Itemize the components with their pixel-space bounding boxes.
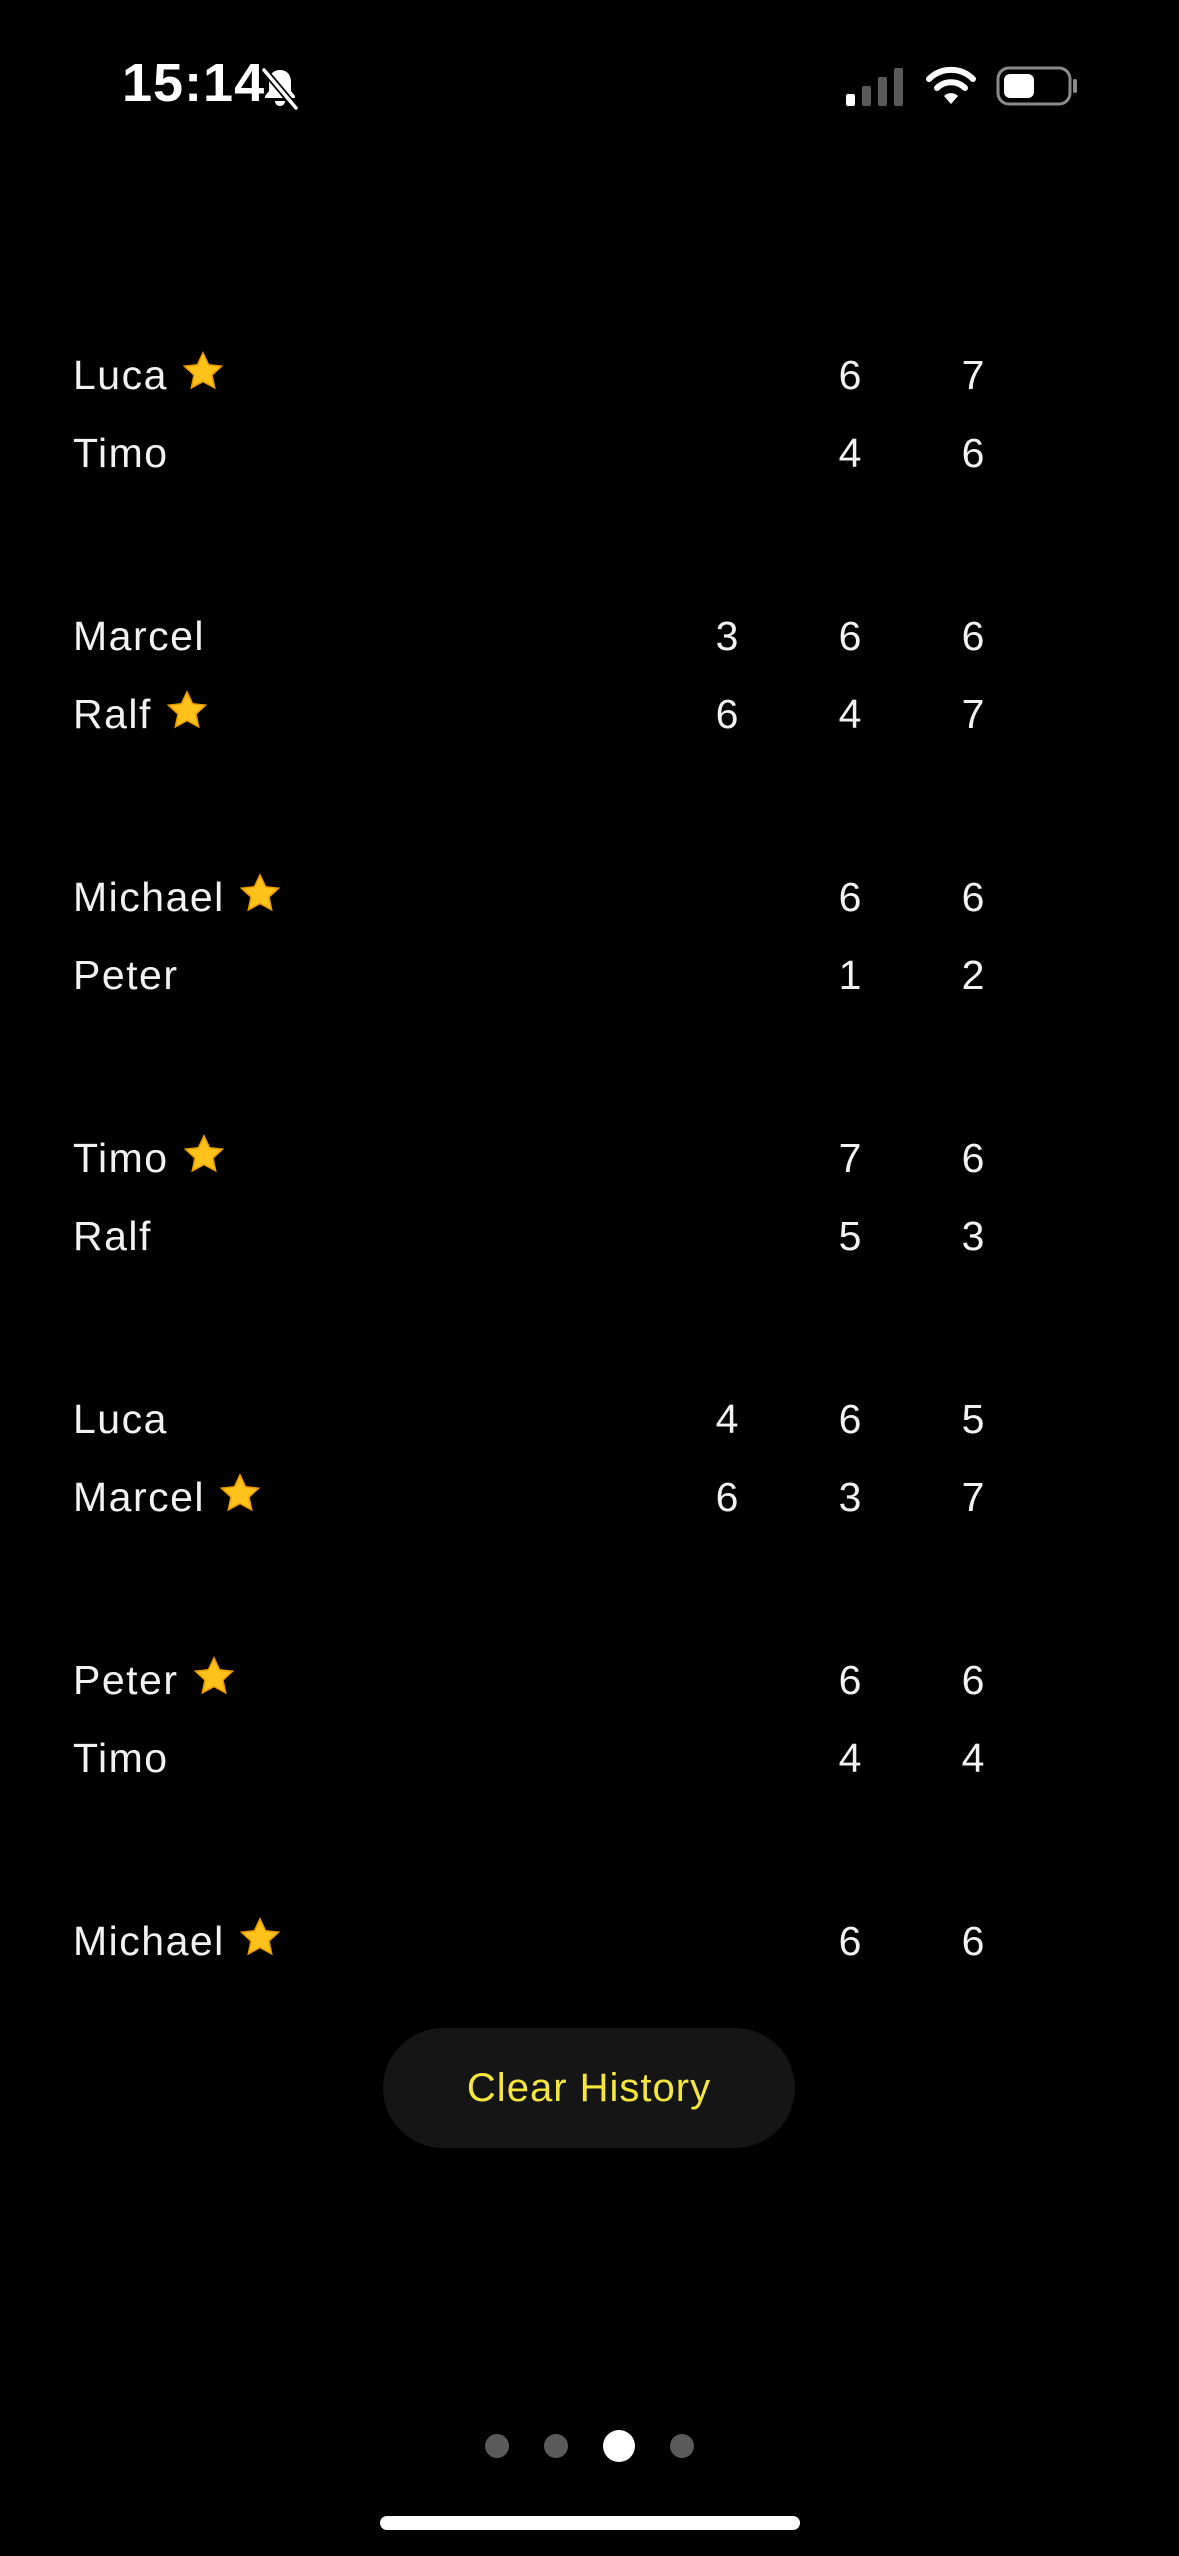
set-score — [697, 862, 757, 932]
set-score — [697, 418, 757, 488]
player-name: Timo — [73, 430, 169, 476]
set-score: 4 — [715, 1396, 739, 1442]
set-score: 6 — [961, 874, 985, 920]
status-time: 15:14 — [122, 53, 266, 113]
player-row: Timo 4 6 — [0, 418, 1179, 488]
set-score: 6 — [961, 430, 985, 476]
set-score: 6 — [961, 1657, 985, 1703]
set-score: 6 — [961, 613, 985, 659]
player-row: Michael 6 6 — [0, 862, 1179, 932]
set-score — [697, 1201, 757, 1271]
set-score: 4 — [838, 691, 862, 737]
winner-star-icon — [239, 873, 281, 912]
winner-star-icon — [166, 690, 208, 729]
player-name: Peter — [73, 952, 179, 998]
set-score: 7 — [961, 691, 985, 737]
player-name: Timo — [73, 1123, 227, 1193]
player-name: Marcel — [73, 1462, 263, 1532]
player-name: Luca — [73, 340, 226, 410]
set-score: 6 — [838, 1918, 862, 1960]
player-name: Marcel — [73, 613, 206, 659]
set-score: 2 — [961, 952, 985, 998]
player-row: Peter 6 6 — [0, 1645, 1179, 1715]
player-name: Ralf — [73, 1213, 152, 1259]
player-row: Peter 1 2 — [0, 940, 1179, 1010]
wifi-icon — [926, 66, 976, 104]
match-entry: Luca 6 7 Timo 4 6 — [0, 340, 1179, 540]
set-score — [697, 340, 757, 410]
set-score: 6 — [838, 874, 862, 920]
clear-history-button[interactable]: Clear History — [383, 2028, 795, 2148]
player-name: Peter — [73, 1645, 237, 1715]
match-entry: Peter 6 6 Timo 4 4 — [0, 1645, 1179, 1845]
player-row: Marcel 3 6 6 — [0, 601, 1179, 671]
player-row: Michael 6 6 — [0, 1906, 1179, 1960]
set-score: 4 — [838, 1735, 862, 1781]
page-dot[interactable] — [670, 2434, 694, 2458]
player-name: Timo — [73, 1735, 169, 1781]
winner-star-icon — [183, 1134, 224, 1173]
set-score: 7 — [961, 352, 985, 398]
set-score: 5 — [961, 1396, 985, 1442]
match-entry: Michael 6 6 — [0, 1906, 1179, 1960]
set-score: 3 — [961, 1213, 985, 1259]
set-score: 1 — [838, 952, 862, 998]
set-score: 6 — [715, 691, 739, 737]
cellular-signal-icon — [846, 68, 903, 106]
winner-star-icon — [219, 1473, 261, 1512]
battery-icon — [996, 66, 1077, 106]
home-indicator[interactable] — [380, 2516, 800, 2530]
player-name: Ralf — [73, 679, 210, 749]
player-name: Michael — [73, 862, 283, 932]
set-score — [697, 940, 757, 1010]
set-score: 7 — [838, 1135, 862, 1181]
set-score: 6 — [838, 1657, 862, 1703]
set-score: 4 — [961, 1735, 985, 1781]
player-row: Luca 4 6 5 — [0, 1384, 1179, 1454]
set-score — [697, 1723, 757, 1793]
set-score: 6 — [961, 1918, 985, 1960]
set-score: 6 — [838, 352, 862, 398]
set-score: 3 — [838, 1474, 862, 1520]
player-row: Timo 4 4 — [0, 1723, 1179, 1793]
player-name: Michael — [73, 1906, 283, 1960]
set-score: 7 — [961, 1474, 985, 1520]
bell-slash-icon — [261, 67, 299, 111]
match-history-list[interactable]: Luca 6 7 Timo 4 6 Marcel 3 6 6 Ralf 6 4 … — [0, 300, 1179, 1960]
match-entry: Timo 7 6 Ralf 5 3 — [0, 1123, 1179, 1323]
set-score — [697, 1123, 757, 1193]
status-bar: 15:14 — [0, 0, 1179, 180]
match-entry: Luca 4 6 5 Marcel 6 3 7 — [0, 1384, 1179, 1584]
match-entry: Michael 6 6 Peter 1 2 — [0, 862, 1179, 1062]
player-row: Luca 6 7 — [0, 340, 1179, 410]
set-score: 3 — [715, 613, 739, 659]
page-dot-active[interactable] — [603, 2430, 635, 2462]
winner-star-icon — [239, 1917, 281, 1956]
set-score: 5 — [838, 1213, 862, 1259]
page-dot[interactable] — [485, 2434, 509, 2458]
set-score: 6 — [838, 613, 862, 659]
player-name: Luca — [73, 1396, 168, 1442]
player-row: Marcel 6 3 7 — [0, 1462, 1179, 1532]
player-row: Timo 7 6 — [0, 1123, 1179, 1193]
set-score: 4 — [838, 430, 862, 476]
winner-star-icon — [182, 351, 224, 390]
match-entry: Marcel 3 6 6 Ralf 6 4 7 — [0, 601, 1179, 801]
page-dot[interactable] — [544, 2434, 568, 2458]
winner-star-icon — [193, 1656, 234, 1695]
set-score — [697, 1906, 757, 1960]
set-score: 6 — [715, 1474, 739, 1520]
player-row: Ralf 5 3 — [0, 1201, 1179, 1271]
set-score: 6 — [838, 1396, 862, 1442]
set-score — [697, 1645, 757, 1715]
page-indicator[interactable] — [0, 2430, 1179, 2462]
set-score: 6 — [961, 1135, 985, 1181]
player-row: Ralf 6 4 7 — [0, 679, 1179, 749]
